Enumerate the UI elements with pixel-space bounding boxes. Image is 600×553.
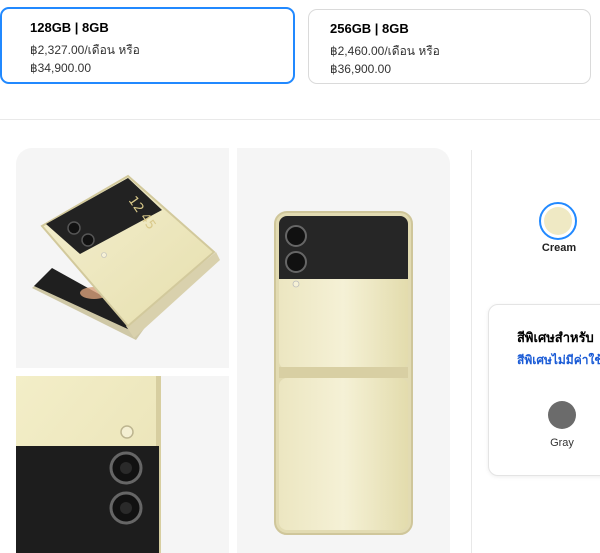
gallery-image-back[interactable]: [237, 148, 450, 553]
storage-price: ฿36,900.00: [330, 62, 392, 76]
storage-monthly-price: ฿2,460.00/เดือน หรือ: [330, 44, 440, 58]
color-label-cream: Cream: [541, 242, 577, 254]
storage-capacity: 256GB | 8GB: [330, 21, 409, 36]
storage-monthly-price: ฿2,327.00/เดือน หรือ: [30, 43, 140, 57]
storage-option-256gb[interactable]: 256GB | 8GB ฿2,460.00/เดือน หรือ ฿36,900…: [308, 9, 591, 84]
phone-closeup-image: [16, 376, 161, 553]
gallery-image-folded-angle[interactable]: 12 45: [16, 148, 229, 368]
color-label-gray: Gray: [550, 437, 574, 449]
phone-folded-angle-image: 12 45: [32, 174, 220, 340]
special-color-panel: สีพิเศษสำหรับ สีพิเศษไม่มีค่าใช้จ่าย: [488, 304, 600, 476]
storage-capacity: 128GB | 8GB: [30, 20, 109, 35]
section-divider: [0, 119, 600, 120]
special-panel-subtitle: สีพิเศษไม่มีค่าใช้จ่าย: [517, 353, 600, 367]
gallery-image-closeup[interactable]: [16, 376, 229, 553]
color-swatch-cream[interactable]: [539, 202, 577, 240]
cream-swatch-fill: [544, 207, 572, 235]
phone-back-image: [274, 211, 413, 535]
panel-divider: [471, 150, 472, 553]
storage-price: ฿34,900.00: [30, 61, 92, 75]
special-panel-title: สีพิเศษสำหรับ: [517, 330, 594, 345]
color-swatch-gray[interactable]: [548, 401, 576, 429]
product-gallery: 12 45: [0, 148, 460, 553]
storage-option-128gb[interactable]: 128GB | 8GB ฿2,327.00/เดือน หรือ ฿34,900…: [0, 7, 295, 84]
